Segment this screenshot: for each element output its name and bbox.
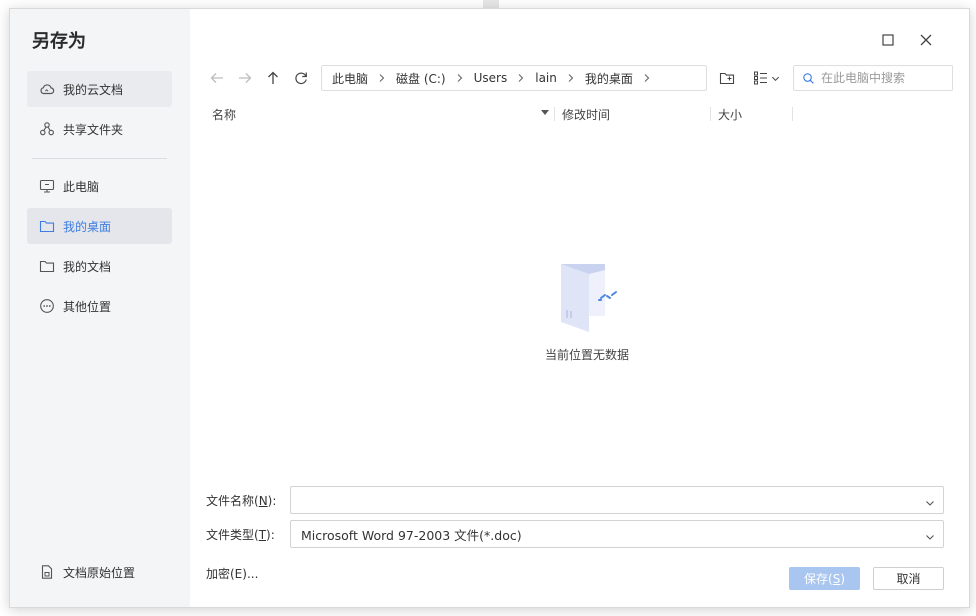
refresh-button[interactable] <box>290 67 312 89</box>
more-circle-icon <box>39 298 55 314</box>
sidebar-item-label: 文档原始位置 <box>63 565 136 580</box>
chevron-right-icon[interactable] <box>642 73 652 83</box>
breadcrumb-item-lain[interactable]: lain <box>535 71 557 85</box>
breadcrumb-item-users[interactable]: Users <box>474 71 508 85</box>
filetype-label: 文件类型(T): <box>206 528 275 542</box>
breadcrumb: 此电脑 磁盘 (C:) Users lain 我的桌面 <box>321 65 707 91</box>
sidebar-item-other-locations[interactable]: 其他位置 <box>27 288 172 324</box>
maximize-button[interactable] <box>879 31 897 49</box>
search-box[interactable] <box>793 65 953 91</box>
column-header-size[interactable]: 大小 <box>718 106 742 123</box>
folder-icon <box>39 258 55 274</box>
filetype-select[interactable]: Microsoft Word 97-2003 文件(*.doc) <box>290 520 944 548</box>
chevron-down-icon[interactable] <box>925 530 935 540</box>
share-icon <box>39 121 55 137</box>
encrypt-link[interactable]: 加密(E)... <box>206 565 258 582</box>
breadcrumb-item-my-desktop[interactable]: 我的桌面 <box>585 70 633 87</box>
breadcrumb-item-disk-c[interactable]: 磁盘 (C:) <box>396 70 446 87</box>
breadcrumb-item-this-pc[interactable]: 此电脑 <box>332 70 368 87</box>
sidebar-item-my-documents[interactable]: 我的文档 <box>27 248 172 284</box>
new-folder-button[interactable] <box>716 67 738 89</box>
cloud-icon <box>39 81 55 97</box>
column-header-name[interactable]: 名称 <box>212 106 236 123</box>
column-header-modified[interactable]: 修改时间 <box>562 106 610 123</box>
save-as-dialog: 另存为 我的云文档 共享文件夹 此电脑 我的桌面 我的文档 其他位置 文档原始位… <box>9 8 970 608</box>
chevron-down-icon <box>771 76 779 81</box>
back-button[interactable] <box>206 67 228 89</box>
sidebar: 另存为 我的云文档 共享文件夹 此电脑 我的桌面 我的文档 其他位置 文档原始位… <box>10 9 190 607</box>
refresh-icon <box>295 72 307 85</box>
search-input[interactable] <box>821 71 946 85</box>
sidebar-item-my-desktop[interactable]: 我的桌面 <box>27 208 172 244</box>
document-icon <box>39 564 55 580</box>
folder-icon <box>39 218 55 234</box>
chevron-right-icon <box>566 73 576 83</box>
new-folder-icon <box>719 72 735 85</box>
sidebar-item-label: 我的文档 <box>63 259 112 274</box>
arrow-up-icon <box>268 71 278 84</box>
arrow-right-icon <box>239 73 252 83</box>
save-button[interactable]: 保存(S) <box>789 567 860 590</box>
sidebar-item-label: 其他位置 <box>63 299 112 314</box>
sidebar-item-label: 我的桌面 <box>63 219 112 234</box>
background-divider <box>483 0 499 8</box>
monitor-icon <box>39 178 55 194</box>
chevron-right-icon <box>455 73 465 83</box>
forward-button[interactable] <box>234 67 256 89</box>
filename-label: 文件名称(N): <box>206 494 277 508</box>
chevron-down-icon[interactable] <box>925 496 935 506</box>
sidebar-item-this-pc[interactable]: 此电脑 <box>27 168 172 204</box>
chevron-right-icon <box>377 73 387 83</box>
sidebar-original-location[interactable]: 文档原始位置 <box>27 554 172 590</box>
sort-down-icon[interactable] <box>541 110 549 115</box>
dialog-title: 另存为 <box>32 31 86 52</box>
square-icon <box>882 34 894 46</box>
search-icon <box>803 72 814 84</box>
filetype-value: Microsoft Word 97-2003 文件(*.doc) <box>301 527 522 543</box>
sidebar-divider <box>32 158 167 159</box>
view-mode-button[interactable] <box>750 67 782 89</box>
close-icon <box>920 34 932 46</box>
sidebar-item-shared-folder[interactable]: 共享文件夹 <box>27 111 172 147</box>
filename-field[interactable] <box>290 486 944 514</box>
column-divider[interactable] <box>792 107 793 121</box>
empty-folder-illustration <box>561 264 617 332</box>
empty-state-message: 当前位置无数据 <box>545 348 630 362</box>
arrow-left-icon <box>210 73 223 83</box>
sidebar-item-label: 我的云文档 <box>63 82 124 97</box>
chevron-right-icon <box>516 73 526 83</box>
sidebar-item-label: 共享文件夹 <box>63 122 124 137</box>
column-divider[interactable] <box>710 107 711 121</box>
sidebar-item-label: 此电脑 <box>63 179 100 194</box>
up-button[interactable] <box>262 67 284 89</box>
column-divider[interactable] <box>554 107 555 121</box>
close-button[interactable] <box>917 31 935 49</box>
sidebar-item-cloud-docs[interactable]: 我的云文档 <box>27 71 172 107</box>
list-view-icon <box>753 71 767 85</box>
cancel-button[interactable]: 取消 <box>873 567 944 590</box>
